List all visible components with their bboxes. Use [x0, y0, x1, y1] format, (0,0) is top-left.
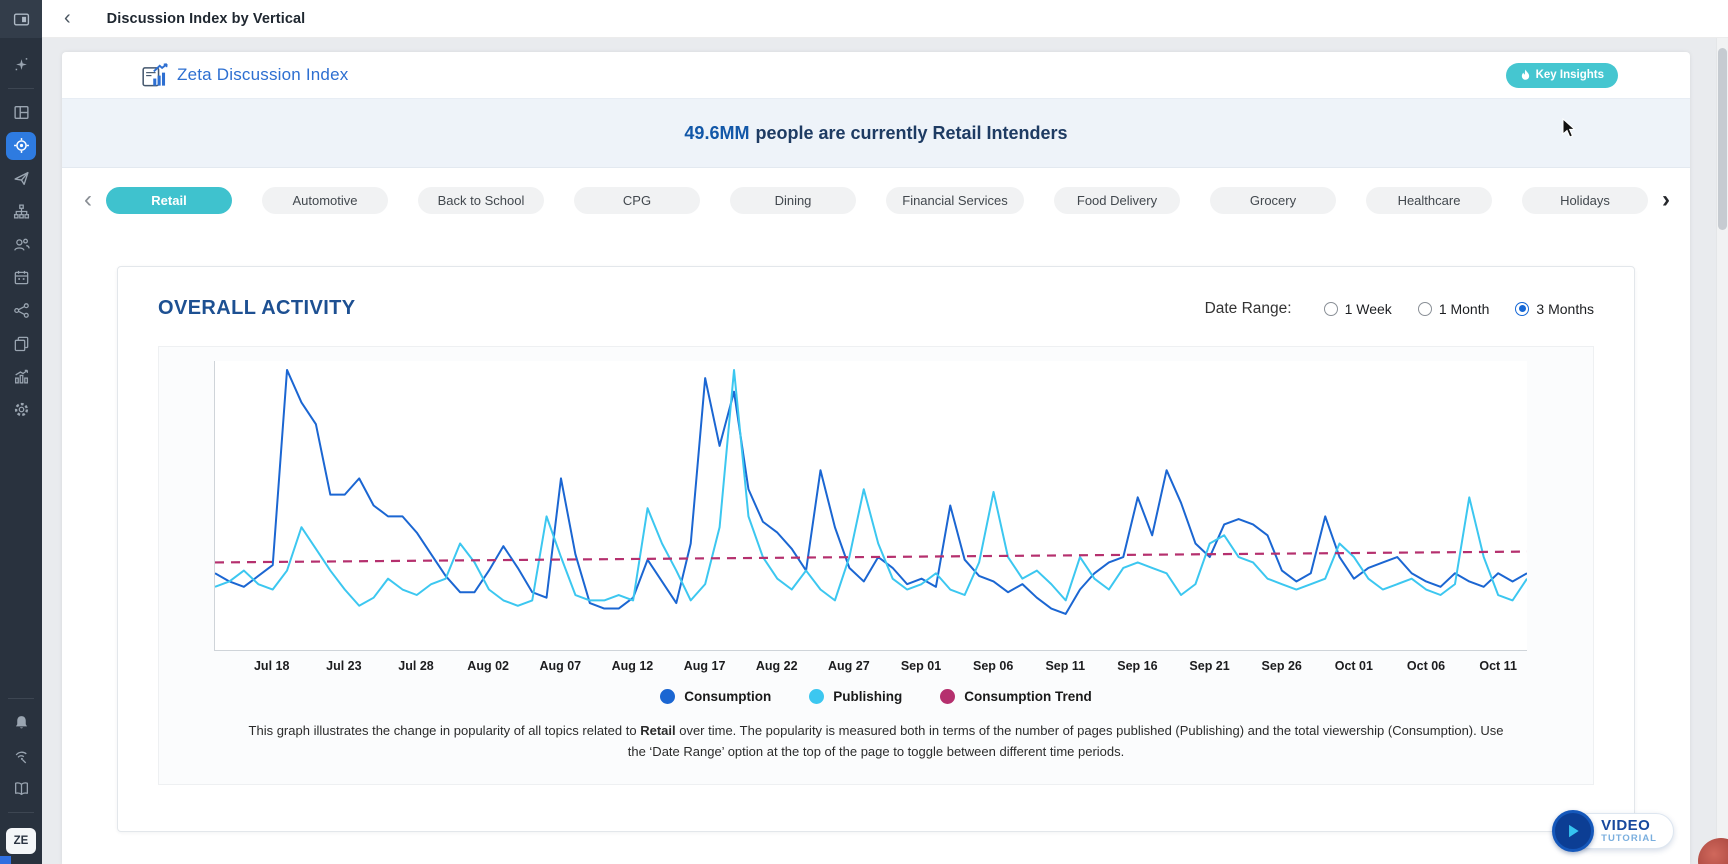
back-button[interactable]: ‹: [64, 8, 71, 28]
consumption-line: [215, 370, 1527, 614]
key-insights-button[interactable]: Key Insights: [1506, 63, 1618, 88]
calendar-icon[interactable]: [0, 261, 42, 294]
audience-icon[interactable]: [0, 228, 42, 261]
dashboard-icon[interactable]: [0, 96, 42, 129]
docs-icon[interactable]: [0, 772, 42, 805]
sidebar: ZE: [0, 0, 42, 864]
radio-circle[interactable]: [1324, 302, 1338, 316]
date-range-label: Date Range:: [1205, 300, 1292, 318]
tab-healthcare[interactable]: Healthcare: [1366, 187, 1492, 214]
tab-back-to-school[interactable]: Back to School: [418, 187, 544, 214]
vertical-tabs: ‹ Retail Automotive Back to School CPG Dinin…: [62, 168, 1690, 232]
pages-icon[interactable]: [0, 327, 42, 360]
hierarchy-icon[interactable]: [0, 195, 42, 228]
tab-retail[interactable]: Retail: [106, 187, 232, 214]
chart-plot-area: [214, 361, 1527, 651]
legend-item-consumption[interactable]: Consumption: [660, 689, 771, 704]
play-icon: [1552, 810, 1594, 852]
x-tick-label: Sep 16: [1117, 659, 1157, 673]
analytics-icon[interactable]: [0, 360, 42, 393]
flame-icon: [1520, 69, 1531, 82]
radio-circle[interactable]: [1515, 302, 1529, 316]
zeta-logo: Zeta Discussion Index: [142, 63, 348, 87]
legend-label: Consumption: [684, 689, 771, 704]
x-tick-label: Sep 11: [1045, 659, 1085, 673]
legend-item-publishing[interactable]: Publishing: [809, 689, 902, 704]
radio-circle[interactable]: [1418, 302, 1432, 316]
intenders-count: 49.6MM: [684, 123, 749, 144]
legend-swatch-icon: [809, 689, 824, 704]
x-tick-label: Aug 27: [828, 659, 870, 673]
intenders-text: people are currently Retail Intenders: [755, 123, 1067, 144]
x-tick-label: Sep 01: [901, 659, 941, 673]
x-tick-label: Aug 12: [612, 659, 654, 673]
tab-financial-services[interactable]: Financial Services: [886, 187, 1024, 214]
radio-3-months[interactable]: 3 Months: [1515, 301, 1594, 317]
x-tick-label: Jul 18: [254, 659, 289, 673]
settings-icon[interactable]: [0, 393, 42, 426]
corner-indicator: [0, 856, 11, 864]
feedback-icon[interactable]: [0, 739, 42, 772]
legend-label: Publishing: [833, 689, 902, 704]
scrollbar-thumb[interactable]: [1718, 48, 1727, 230]
share-icon[interactable]: [0, 294, 42, 327]
chart-description: This graph illustrates the change in pop…: [241, 720, 1511, 762]
tabs-scroll-left-icon[interactable]: ‹: [78, 188, 98, 212]
tab-grocery[interactable]: Grocery: [1210, 187, 1336, 214]
card-title: OVERALL ACTIVITY: [158, 297, 356, 320]
x-tick-label: Sep 06: [973, 659, 1013, 673]
main-panel: Zeta Discussion Index Key Insights 49.6M…: [62, 52, 1690, 864]
notifications-icon[interactable]: [0, 706, 42, 739]
intenders-banner: 49.6MM people are currently Retail Inten…: [62, 98, 1690, 168]
trend-line: [215, 552, 1527, 563]
radio-1-month[interactable]: 1 Month: [1418, 301, 1490, 317]
app-logo-icon[interactable]: [0, 0, 42, 38]
legend-swatch-icon: [660, 689, 675, 704]
x-tick-label: Jul 28: [398, 659, 433, 673]
tab-holidays[interactable]: Holidays: [1522, 187, 1648, 214]
x-tick-label: Oct 06: [1407, 659, 1445, 673]
user-avatar[interactable]: ZE: [6, 828, 36, 854]
date-range-group: Date Range: 1 Week 1 Month 3 Months: [1205, 300, 1594, 318]
topbar: ‹ Discussion Index by Vertical: [42, 0, 1728, 38]
x-tick-label: Aug 07: [539, 659, 581, 673]
x-tick-label: Aug 02: [467, 659, 509, 673]
x-tick-label: Sep 21: [1189, 659, 1229, 673]
tabs-scroll-right-icon[interactable]: ›: [1656, 188, 1676, 212]
send-icon[interactable]: [0, 162, 42, 195]
radio-label: 1 Month: [1439, 301, 1490, 317]
tab-cpg[interactable]: CPG: [574, 187, 700, 214]
radio-1-week[interactable]: 1 Week: [1324, 301, 1392, 317]
tab-automotive[interactable]: Automotive: [262, 187, 388, 214]
x-tick-label: Aug 22: [756, 659, 798, 673]
tab-food-delivery[interactable]: Food Delivery: [1054, 187, 1180, 214]
overall-activity-card: OVERALL ACTIVITY Date Range: 1 Week 1 Mon…: [117, 266, 1635, 832]
tab-dining[interactable]: Dining: [730, 187, 856, 214]
x-axis: Jul 18 Jul 23 Jul 28 Aug 02 Aug 07 Aug 12 Aug …: [214, 651, 1527, 677]
activity-chart: Jul 18 Jul 23 Jul 28 Aug 02 Aug 07 Aug 12 Aug …: [158, 346, 1594, 785]
video-tutorial-button[interactable]: VIDEO TUTORIAL: [1552, 810, 1674, 852]
x-tick-label: Oct 01: [1335, 659, 1373, 673]
legend-item-consumption-trend[interactable]: Consumption Trend: [940, 689, 1092, 704]
vertical-scrollbar[interactable]: [1716, 38, 1728, 864]
chart-legend: Consumption Publishing Consumption Trend: [159, 689, 1593, 704]
sparkles-icon[interactable]: [0, 48, 42, 81]
logo-text: Zeta Discussion Index: [177, 65, 348, 85]
x-tick-label: Oct 11: [1479, 659, 1517, 673]
radio-label: 1 Week: [1345, 301, 1392, 317]
x-tick-label: Jul 23: [326, 659, 361, 673]
x-tick-label: Aug 17: [684, 659, 726, 673]
legend-swatch-icon: [940, 689, 955, 704]
radio-label: 3 Months: [1536, 301, 1594, 317]
zeta-logo-icon: [142, 63, 168, 87]
x-tick-label: Sep 26: [1262, 659, 1302, 673]
page-title: Discussion Index by Vertical: [107, 11, 306, 27]
legend-label: Consumption Trend: [964, 689, 1092, 704]
target-icon[interactable]: [0, 129, 42, 162]
